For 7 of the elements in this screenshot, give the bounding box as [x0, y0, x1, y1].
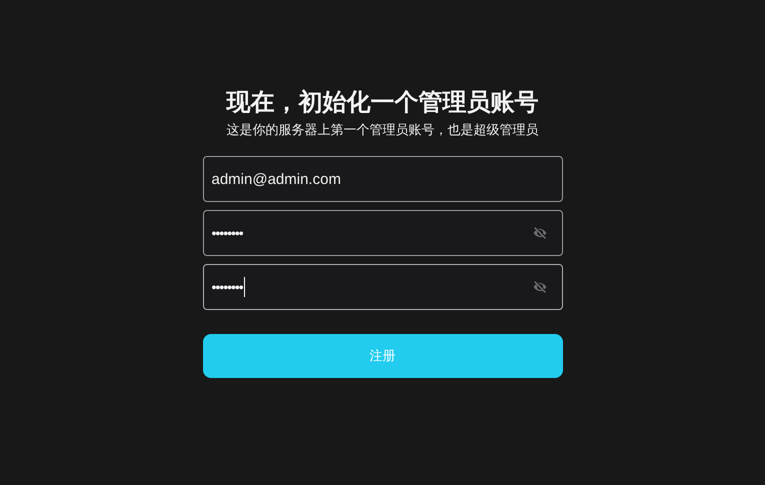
input-field[interactable]: ••••••••	[202, 210, 562, 256]
subtitle: 这是你的服务器上第一个管理员账号，也是超级管理员	[226, 122, 540, 140]
hide-password-icon[interactable]	[532, 279, 548, 295]
input-field[interactable]: ••••••••	[202, 264, 562, 310]
input-field[interactable]: admin@admin.com	[202, 156, 562, 202]
hide-password-icon[interactable]	[532, 225, 548, 241]
page-title: 现在，初始化一个管理员账号	[224, 87, 540, 118]
